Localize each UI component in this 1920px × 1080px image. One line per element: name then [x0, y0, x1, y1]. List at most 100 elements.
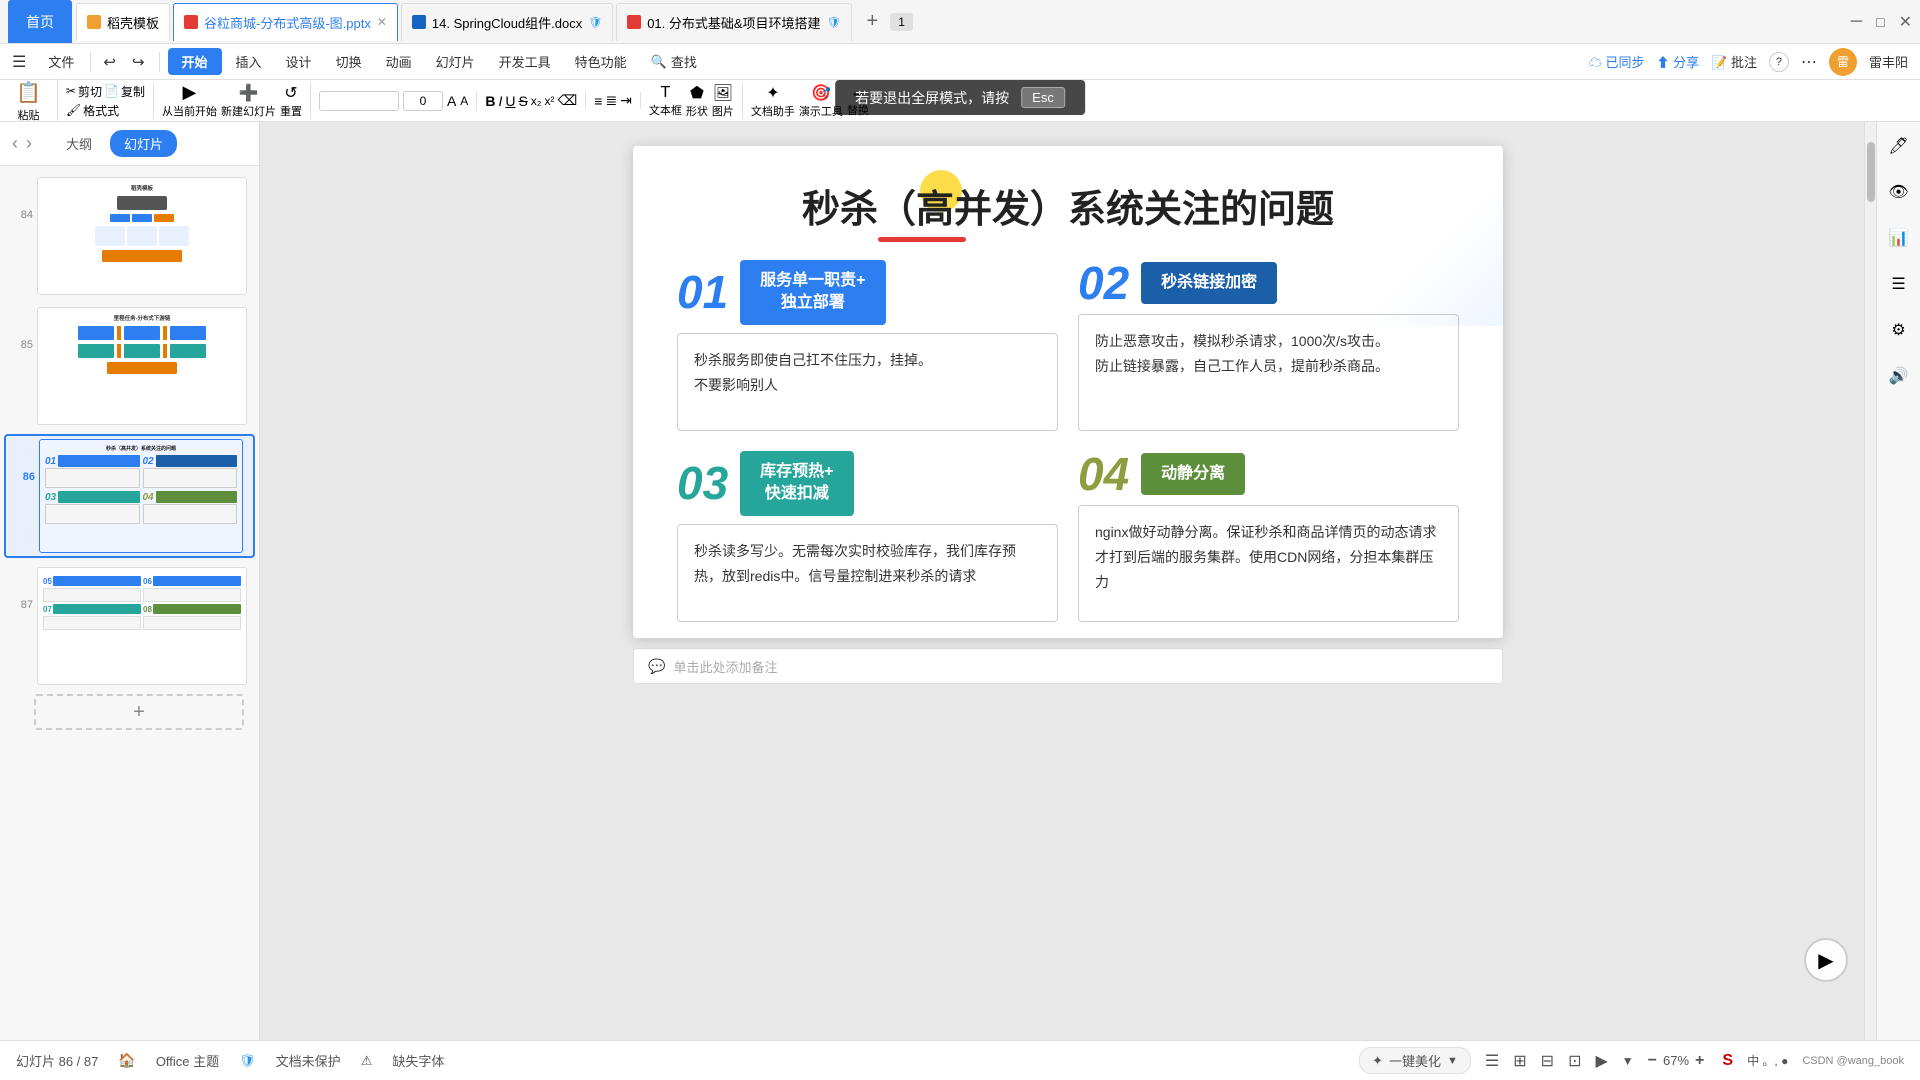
nav-forward[interactable]: ›	[26, 133, 32, 154]
copy-btn[interactable]: 📄 复制	[104, 83, 145, 100]
slide-container[interactable]: 秒杀（高并发）系统关注的问题 01 服务单一职责+独立部署 秒杀服务即使自己扛不…	[633, 146, 1503, 638]
menu-special[interactable]: 特色功能	[565, 48, 637, 75]
sidebar-tab-outline[interactable]: 大纲	[52, 130, 106, 157]
tab-pptx-close[interactable]: ✕	[377, 15, 387, 29]
underline-btn[interactable]: U	[505, 93, 515, 109]
csdn-label: CSDN @wang_book	[1802, 1055, 1904, 1067]
shapes-btn[interactable]: ⬟ 形状	[686, 83, 708, 119]
list-ol-btn[interactable]: ≣	[605, 92, 617, 109]
menu-sheji[interactable]: 设计	[276, 48, 322, 75]
clear-format-btn[interactable]: ⌫	[557, 92, 577, 109]
tab-add-button[interactable]: +	[855, 10, 891, 33]
menu-hamburger[interactable]: ☰	[12, 52, 26, 72]
ai-assist-btn[interactable]: ✦ 文档助手	[751, 83, 795, 119]
columns-view-btn[interactable]: ⊟	[1541, 1051, 1554, 1071]
sync-btn[interactable]: ☁ 已同步	[1589, 52, 1645, 71]
tab-pptx[interactable]: 谷粒商城-分布式高级-图.pptx ✕	[173, 3, 398, 41]
font-large-btn[interactable]: A	[447, 93, 456, 109]
esc-badge[interactable]: Esc	[1021, 87, 1065, 108]
right-icon-6[interactable]: 🔊	[1883, 360, 1915, 392]
window-maximize[interactable]: □	[1876, 14, 1884, 30]
play-button[interactable]: ▶	[1804, 938, 1848, 982]
right-icon-3[interactable]: 📊	[1883, 222, 1915, 254]
menu-donghua[interactable]: 动画	[376, 48, 422, 75]
cell-01-header: 01 服务单一职责+独立部署	[677, 260, 1058, 325]
font-size-input[interactable]	[403, 91, 443, 111]
window-close[interactable]: ✕	[1899, 12, 1912, 32]
add-slide-btn[interactable]: +	[34, 694, 244, 730]
menu-charu[interactable]: 插入	[226, 48, 272, 75]
tab-docx[interactable]: 14. SpringCloud组件.docx 🛡	[401, 3, 613, 41]
font-name-input[interactable]	[319, 91, 399, 111]
more-btn[interactable]: ⋯	[1801, 52, 1817, 72]
menu-qiehuan[interactable]: 切换	[326, 48, 372, 75]
font-group: A A	[319, 91, 477, 111]
right-icon-4[interactable]: ☰	[1883, 268, 1915, 300]
zoom-in-btn[interactable]: +	[1695, 1052, 1704, 1070]
paste-btn[interactable]: 📋	[8, 78, 49, 107]
reset-btn[interactable]: ↺ 重置	[280, 83, 302, 119]
format-paint-btn[interactable]: 🖌 格式式	[66, 102, 119, 119]
tab-home[interactable]: 首页	[8, 0, 72, 43]
subscript-btn[interactable]: x₂	[531, 94, 542, 108]
window-minimize[interactable]: ─	[1851, 13, 1862, 31]
new-slide-btn[interactable]: ➕ 新建幻灯片	[221, 83, 276, 119]
scroll-bar-right[interactable]	[1864, 122, 1876, 1042]
tab-daoke[interactable]: 稻壳模板	[76, 3, 170, 41]
picture-btn[interactable]: 🖼 图片	[712, 83, 734, 119]
doc-protect-label[interactable]: 文档未保护	[276, 1051, 341, 1070]
menu-huandengpian[interactable]: 幻灯片	[426, 48, 485, 75]
cell-01-number: 01	[677, 269, 728, 315]
scroll-thumb[interactable]	[1867, 142, 1875, 202]
zoom-out-btn[interactable]: −	[1648, 1052, 1657, 1070]
tab-dist-protect: 🛡	[827, 16, 841, 29]
list-view-btn[interactable]: ☰	[1485, 1051, 1499, 1071]
notes-placeholder[interactable]: 单击此处添加备注	[673, 657, 777, 676]
cell-03-number: 03	[677, 460, 728, 506]
list-ul-btn[interactable]: ≡	[594, 93, 602, 109]
play-dropdown[interactable]: ▼	[1622, 1054, 1634, 1068]
superscript-btn[interactable]: x²	[544, 94, 554, 108]
textbox-btn[interactable]: T 文本框	[649, 84, 682, 118]
menu-kaishi[interactable]: 开始	[168, 48, 222, 75]
play-from-here[interactable]: ▶ 从当前开始	[162, 82, 217, 119]
sidebar-tab-slides[interactable]: 幻灯片	[110, 130, 177, 157]
tab-dist-label: 01. 分布式基础&项目环境搭建	[647, 13, 820, 32]
user-avatar[interactable]: 雷	[1829, 48, 1857, 76]
menu-search[interactable]: 🔍查找	[641, 48, 707, 75]
multi-view-btn[interactable]: ⊡	[1568, 1051, 1581, 1071]
redo-btn[interactable]: ↪	[126, 51, 151, 73]
bold-btn[interactable]: B	[485, 93, 495, 109]
share-btn[interactable]: ⬆ 分享	[1657, 52, 1700, 71]
missing-font-label[interactable]: 缺失字体	[392, 1051, 444, 1070]
right-icon-5[interactable]: ⚙	[1883, 314, 1915, 346]
tab-docx-icon	[412, 15, 426, 29]
strike-btn[interactable]: S	[518, 93, 527, 109]
review-btn[interactable]: 📝 批注	[1711, 52, 1757, 71]
username: 雷丰阳	[1869, 52, 1908, 71]
cell-02-number: 02	[1078, 260, 1129, 306]
help-btn[interactable]: ?	[1769, 52, 1789, 72]
notes-area: 💬 单击此处添加备注	[633, 648, 1503, 684]
grid-view-btn[interactable]: ⊞	[1513, 1051, 1526, 1071]
slide-item-85[interactable]: 85 里程任务-分布式下游链	[4, 304, 255, 428]
menu-dev[interactable]: 开发工具	[489, 48, 561, 75]
slide-item-87[interactable]: 87 05 06 07 08	[4, 564, 255, 688]
slide-item-84[interactable]: 84 稻壳模板	[4, 174, 255, 298]
undo-btn[interactable]: ↩	[97, 51, 122, 73]
menu-file[interactable]: 文件	[38, 48, 84, 75]
slide-item-86[interactable]: 86 秒杀（高并发）系统关注的问题 01 02 03	[4, 434, 255, 558]
slide-num-87: 87	[7, 567, 33, 611]
right-icon-2[interactable]: 👁	[1883, 176, 1915, 208]
slide-title-area: 秒杀（高并发）系统关注的问题	[633, 146, 1503, 252]
font-small-btn[interactable]: A	[460, 94, 468, 108]
nav-back[interactable]: ‹	[12, 133, 18, 154]
play-btn-bottom[interactable]: ▶	[1595, 1051, 1607, 1071]
italic-btn[interactable]: I	[498, 93, 502, 109]
indent-btn[interactable]: ⇥	[620, 92, 632, 109]
beautify-btn[interactable]: ✦ 一键美化 ▼	[1359, 1047, 1471, 1074]
cut-btn[interactable]: ✂ 剪切	[66, 83, 102, 100]
theme-label[interactable]: Office 主题	[156, 1051, 219, 1070]
tab-dist[interactable]: 01. 分布式基础&项目环境搭建 🛡	[616, 3, 851, 41]
right-icon-1[interactable]: 🖊	[1883, 130, 1915, 162]
